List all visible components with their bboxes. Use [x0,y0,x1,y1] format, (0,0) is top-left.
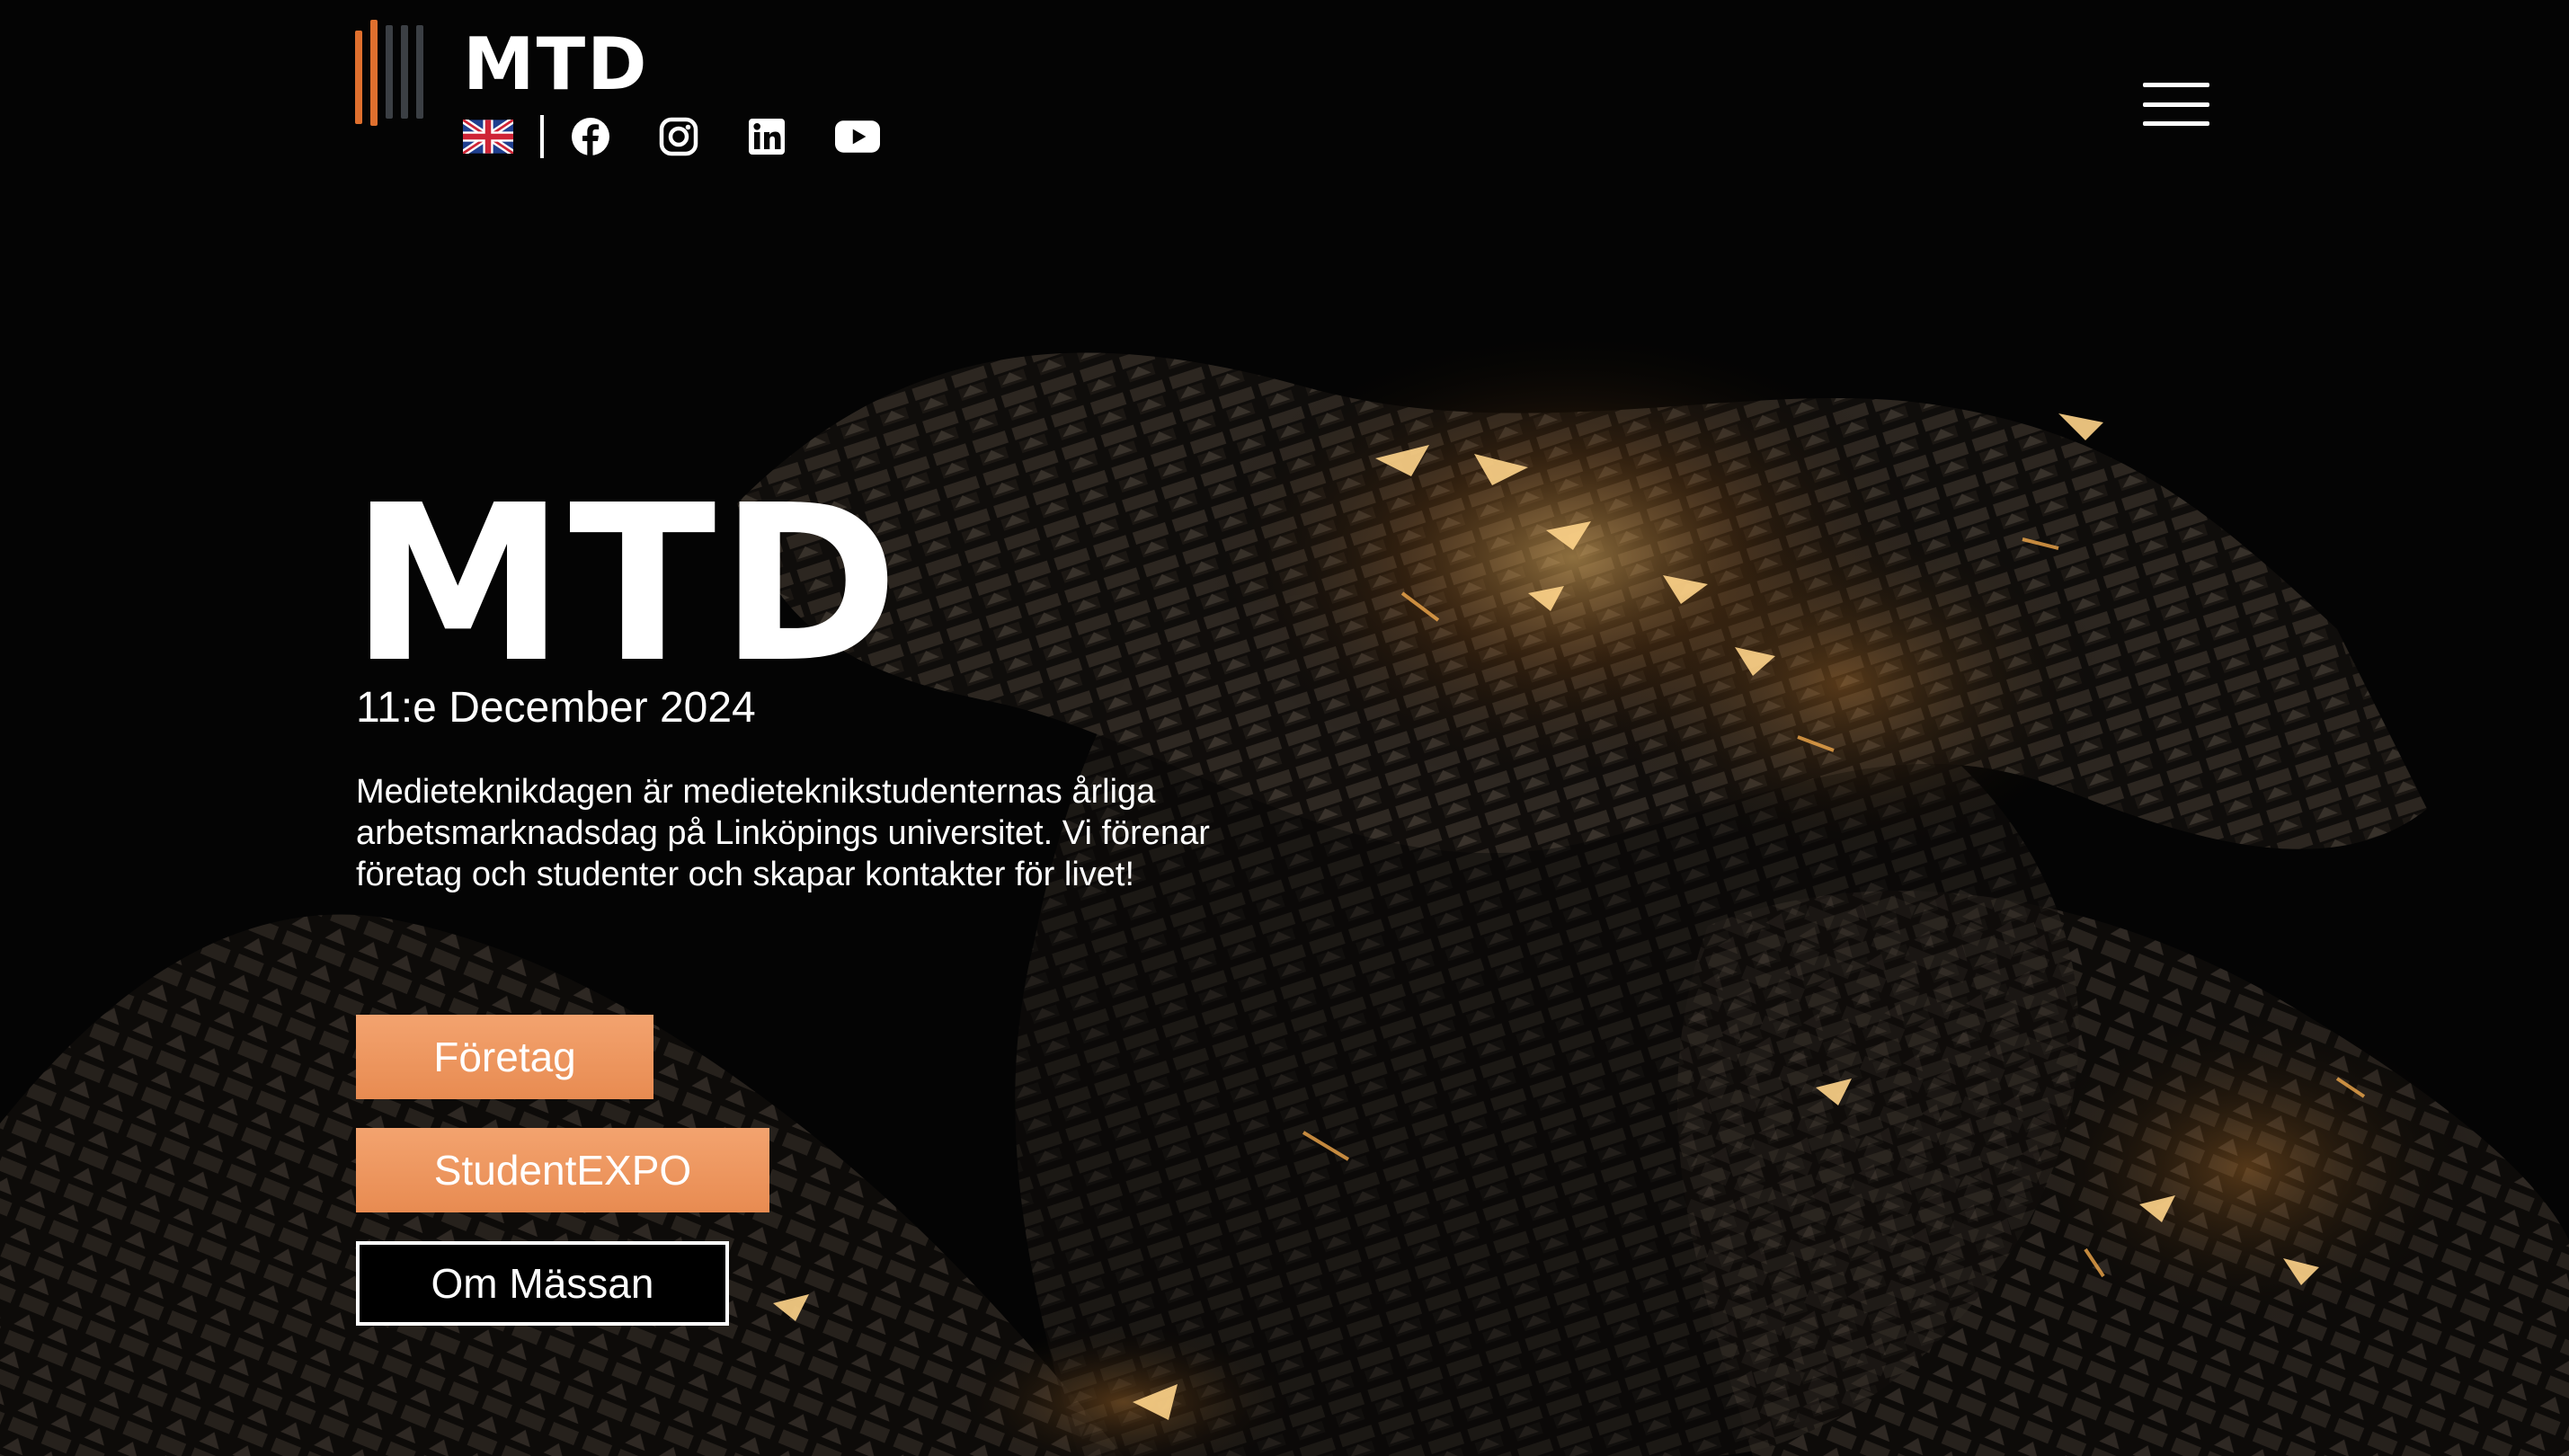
page: MTD MTD 11:e December 2024 Medieteknikda… [0,0,2569,1456]
youtube-icon[interactable] [835,120,880,153]
hamburger-menu-icon[interactable] [2143,83,2209,126]
mtd-logo[interactable]: MTD [355,20,647,126]
om-massan-button[interactable]: Om Mässan [356,1241,729,1326]
instagram-icon[interactable] [659,117,698,156]
menu-line [2143,102,2209,107]
logo-text: MTD [463,22,649,106]
logo-bars-icon [355,20,423,126]
student-expo-button[interactable]: StudentEXPO [356,1128,769,1212]
uk-flag-icon[interactable] [463,120,513,154]
hero-description: Medieteknikdagen är medieteknikstudenter… [356,773,1210,893]
menu-line [2143,83,2209,87]
social-links [463,115,929,158]
menu-line [2143,121,2209,126]
foretag-button[interactable]: Företag [356,1015,653,1099]
linkedin-icon[interactable] [747,117,787,156]
divider [540,115,544,158]
facebook-icon[interactable] [571,117,610,156]
event-date: 11:e December 2024 [356,684,756,732]
hero-title: MTD [351,458,902,710]
